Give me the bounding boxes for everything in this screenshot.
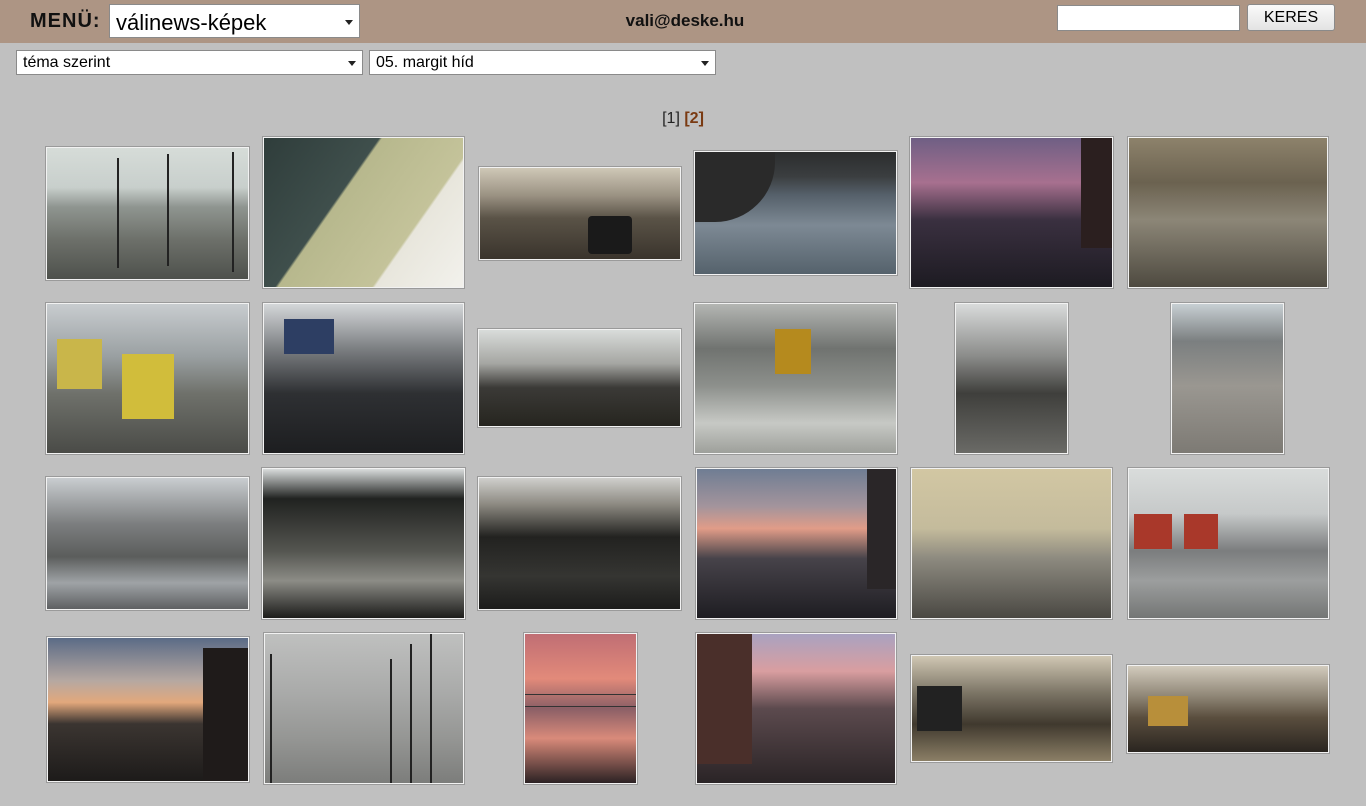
photo-thumbnail[interactable]	[693, 302, 898, 455]
photo-thumbnail[interactable]	[693, 150, 898, 276]
photo-thumbnail[interactable]	[695, 467, 898, 620]
photo-thumbnail[interactable]	[45, 302, 250, 455]
photo-thumbnail[interactable]	[477, 328, 682, 428]
photo-thumbnail[interactable]	[477, 476, 682, 611]
topic-select[interactable]: 05. margit híd	[369, 50, 716, 75]
photo-thumbnail[interactable]	[695, 632, 897, 785]
photo-thumbnail[interactable]	[1126, 664, 1330, 754]
search-button[interactable]: KERES	[1247, 4, 1335, 31]
photo-thumbnail[interactable]	[262, 302, 465, 455]
photo-thumbnail[interactable]	[954, 302, 1069, 455]
page-link-1[interactable]: [1]	[662, 110, 680, 127]
chevron-down-icon	[348, 61, 356, 66]
menu-label: MENÜ:	[30, 10, 101, 32]
photo-thumbnail[interactable]	[45, 476, 250, 611]
topic-select-value: 05. margit híd	[376, 54, 474, 71]
photo-thumbnail[interactable]	[1127, 467, 1330, 620]
photo-thumbnail[interactable]	[263, 632, 465, 785]
category-select-value: téma szerint	[23, 54, 111, 71]
photo-thumbnail[interactable]	[262, 136, 465, 289]
photo-thumbnail[interactable]	[910, 467, 1113, 620]
chevron-down-icon	[345, 20, 353, 25]
category-select[interactable]: téma szerint	[16, 50, 363, 75]
photo-thumbnail[interactable]	[46, 636, 250, 783]
photo-thumbnail[interactable]	[1170, 302, 1285, 455]
photo-thumbnail[interactable]	[909, 136, 1114, 289]
user-email: vali@deske.hu	[625, 11, 745, 30]
pagination: [1] [2]	[0, 110, 1366, 128]
photo-thumbnail[interactable]	[478, 166, 682, 261]
menu-select-value: válinews-képek	[116, 10, 267, 35]
menu-select[interactable]: válinews-képek	[109, 4, 360, 38]
photo-thumbnail[interactable]	[1127, 136, 1329, 289]
photo-thumbnail[interactable]	[910, 654, 1113, 763]
chevron-down-icon	[701, 61, 709, 66]
search-input[interactable]	[1057, 5, 1240, 31]
photo-thumbnail[interactable]	[523, 632, 638, 785]
page-link-2-current[interactable]: [2]	[684, 110, 704, 127]
photo-thumbnail[interactable]	[45, 146, 250, 281]
photo-thumbnail[interactable]	[261, 467, 466, 620]
